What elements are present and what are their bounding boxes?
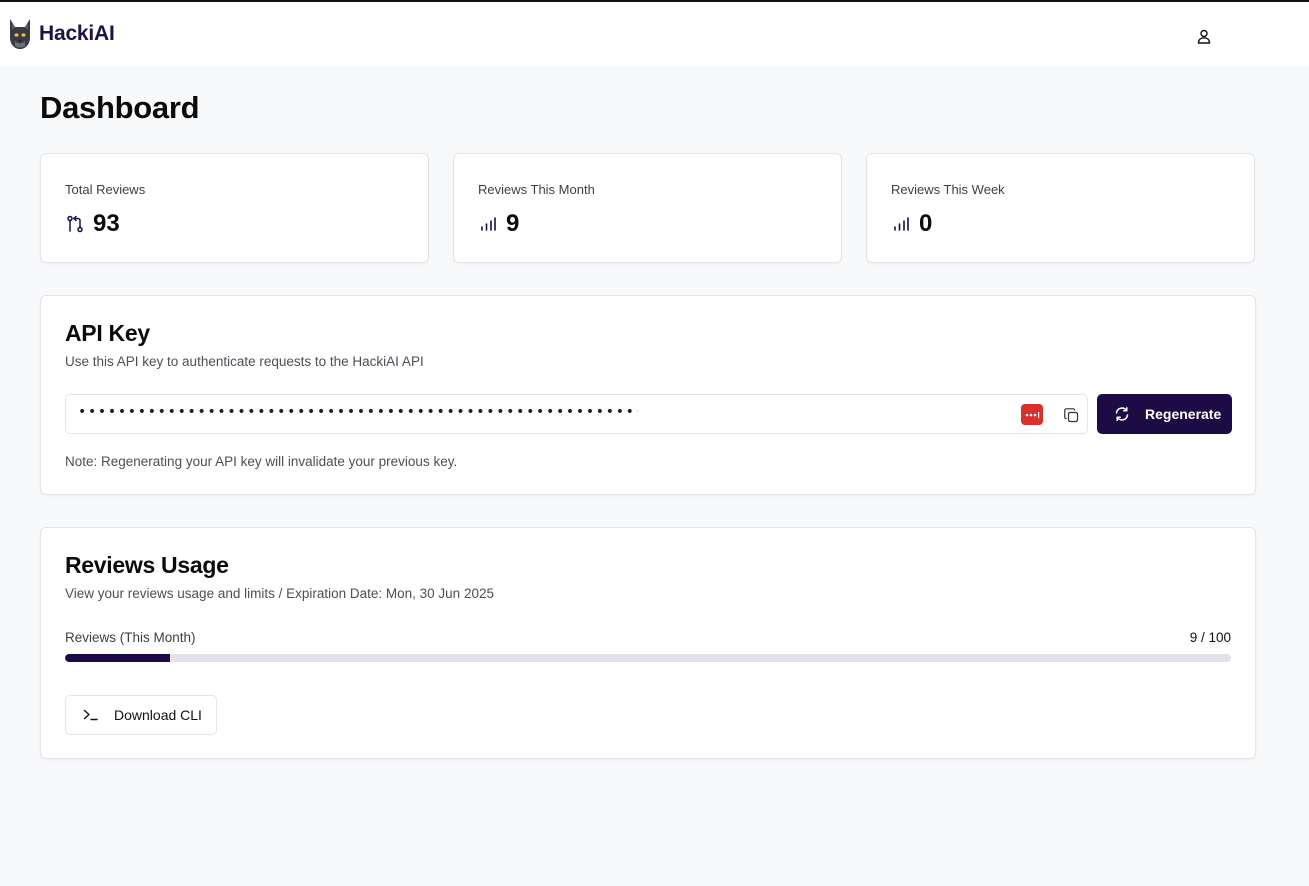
usage-title: Reviews Usage bbox=[65, 552, 229, 578]
api-key-subtitle: Use this API key to authenticate request… bbox=[65, 354, 424, 369]
api-key-masked-value: ••••••••••••••••••••••••••••••••••••••••… bbox=[78, 404, 638, 420]
page-title: Dashboard bbox=[40, 90, 200, 125]
brand-name: HackiAI bbox=[39, 22, 115, 45]
stat-card-total-reviews: Total Reviews 93 bbox=[40, 153, 429, 263]
stat-label: Reviews This Month bbox=[478, 182, 595, 197]
regenerate-button[interactable]: Regenerate bbox=[1097, 394, 1232, 434]
stat-value: 93 bbox=[93, 210, 120, 237]
api-key-input[interactable]: ••••••••••••••••••••••••••••••••••••••••… bbox=[65, 394, 1088, 434]
fox-mascot-icon bbox=[10, 19, 30, 49]
bar-chart-icon bbox=[891, 214, 911, 234]
stat-value: 0 bbox=[919, 210, 933, 237]
refresh-icon bbox=[1113, 405, 1131, 423]
usage-count: 9 / 100 bbox=[1189, 630, 1231, 645]
stat-card-reviews-this-week: Reviews This Week 0 bbox=[866, 153, 1255, 263]
usage-progress-bar bbox=[65, 654, 1231, 662]
stat-value: 9 bbox=[506, 210, 520, 237]
download-cli-label: Download CLI bbox=[114, 707, 202, 723]
api-key-title: API Key bbox=[65, 320, 150, 346]
stat-label: Reviews This Week bbox=[891, 182, 1005, 197]
stat-label: Total Reviews bbox=[65, 182, 146, 197]
reviews-usage-card: Reviews Usage View your reviews usage an… bbox=[40, 527, 1256, 759]
download-cli-button[interactable]: Download CLI bbox=[65, 695, 217, 735]
stat-card-reviews-this-month: Reviews This Month 9 bbox=[453, 153, 842, 263]
usage-subtitle: View your reviews usage and limits / Exp… bbox=[65, 586, 494, 601]
api-key-card: API Key Use this API key to authenticate… bbox=[40, 295, 1256, 495]
usage-label: Reviews (This Month) bbox=[65, 630, 196, 645]
user-icon bbox=[1197, 29, 1211, 44]
top-navbar: HackiAI bbox=[0, 2, 1309, 66]
terminal-icon bbox=[82, 706, 100, 724]
copy-icon bbox=[1063, 407, 1078, 422]
usage-progress-fill bbox=[65, 654, 170, 662]
brand[interactable]: HackiAI bbox=[8, 17, 115, 51]
git-pull-request-icon bbox=[65, 214, 85, 234]
api-key-note: Note: Regenerating your API key will inv… bbox=[65, 454, 458, 469]
password-manager-icon[interactable] bbox=[1021, 404, 1043, 425]
regenerate-label: Regenerate bbox=[1145, 406, 1222, 422]
bar-chart-icon bbox=[478, 214, 498, 234]
user-menu-button[interactable] bbox=[1192, 24, 1216, 48]
copy-key-button[interactable] bbox=[1061, 405, 1081, 425]
